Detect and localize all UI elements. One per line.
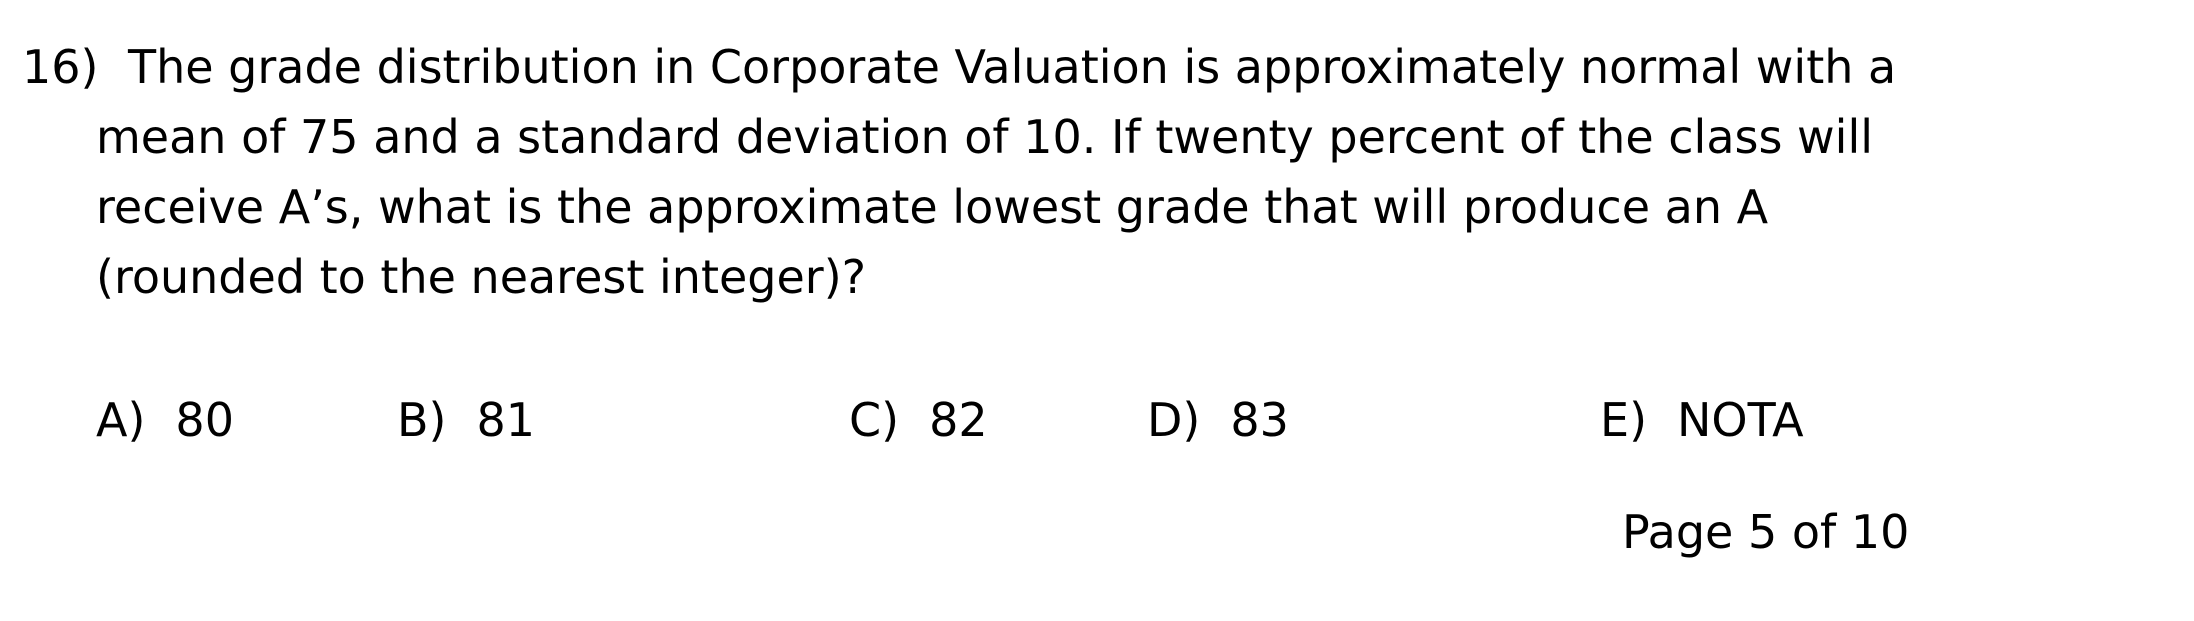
choice-e-value: NOTA: [1677, 393, 1804, 447]
question-text-line-2: mean of 75 and a standard deviation of 1…: [96, 110, 1874, 164]
choice-c-letter: C): [849, 393, 900, 447]
choice-a-letter: A): [96, 393, 146, 447]
choice-c-value: 82: [929, 393, 988, 447]
choice-b: B) 81: [397, 385, 535, 455]
question-text-line-4: (rounded to the nearest integer)?: [96, 250, 867, 304]
choice-b-letter: B): [397, 393, 447, 447]
choice-d-letter: D): [1147, 393, 1201, 447]
choice-e: E) NOTA: [1600, 385, 1804, 455]
choice-c: C) 82: [849, 385, 988, 455]
choice-b-value: 81: [476, 393, 536, 447]
question-text-line-3: receive A’s, what is the approximate low…: [96, 180, 1769, 234]
choice-e-letter: E): [1600, 393, 1648, 447]
choice-a-value: 80: [175, 393, 234, 447]
question-block: 16) The grade distribution in Corporate …: [0, 0, 2194, 621]
question-text-line-1: The grade distribution in Corporate Valu…: [128, 40, 1897, 94]
question-number: 16): [22, 40, 99, 94]
choice-d-value: 83: [1230, 393, 1289, 447]
choice-d: D) 83: [1147, 385, 1289, 455]
choice-a: A) 80: [96, 385, 234, 455]
page-number: Page 5 of 10: [1622, 505, 1910, 559]
